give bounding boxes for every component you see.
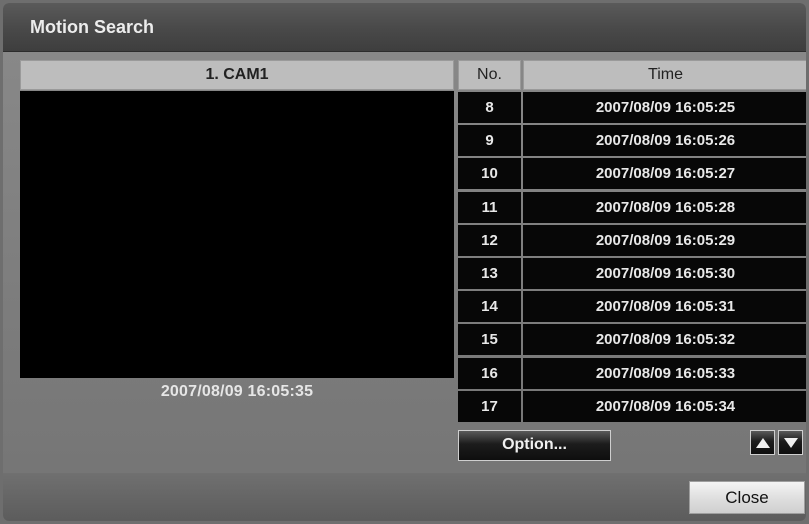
scroll-down-button[interactable] <box>778 430 803 455</box>
option-button[interactable]: Option... <box>458 430 611 461</box>
column-header-no: No. <box>458 60 521 90</box>
table-row[interactable]: 11 2007/08/09 16:05:28 <box>458 191 806 224</box>
row-time: 2007/08/09 16:05:30 <box>523 258 806 289</box>
table-row[interactable]: 16 2007/08/09 16:05:33 <box>458 357 806 390</box>
column-header-time: Time <box>523 60 806 90</box>
camera-label: 1. CAM1 <box>20 60 454 90</box>
row-time: 2007/08/09 16:05:28 <box>523 191 806 223</box>
row-time: 2007/08/09 16:05:25 <box>523 92 806 123</box>
table-row[interactable]: 14 2007/08/09 16:05:31 <box>458 291 806 323</box>
row-number: 15 <box>458 324 521 356</box>
motion-search-dialog: Motion Search 1. CAM1 2007/08/09 16:05:3… <box>3 3 806 521</box>
table-row[interactable]: 17 2007/08/09 16:05:34 <box>458 390 806 423</box>
row-time: 2007/08/09 16:05:26 <box>523 125 806 157</box>
row-number: 9 <box>458 125 521 157</box>
row-number: 14 <box>458 291 521 323</box>
row-time: 2007/08/09 16:05:32 <box>523 324 806 356</box>
arrow-down-icon <box>783 437 798 448</box>
table-row[interactable]: 12 2007/08/09 16:05:29 <box>458 224 806 257</box>
video-preview <box>20 91 454 378</box>
table-row[interactable]: 9 2007/08/09 16:05:26 <box>458 125 806 157</box>
bottom-bar <box>3 473 806 521</box>
close-button[interactable]: Close <box>689 481 805 514</box>
dialog-title: Motion Search <box>30 17 155 37</box>
title-bar: Motion Search <box>3 3 806 52</box>
row-time: 2007/08/09 16:05:31 <box>523 291 806 323</box>
scroll-up-button[interactable] <box>750 430 775 455</box>
table-row[interactable]: 8 2007/08/09 16:05:25 <box>458 92 806 124</box>
row-number: 10 <box>458 158 521 190</box>
row-number: 16 <box>458 357 521 389</box>
row-number: 13 <box>458 258 521 289</box>
row-time: 2007/08/09 16:05:34 <box>523 390 806 422</box>
row-time: 2007/08/09 16:05:29 <box>523 224 806 256</box>
video-timestamp: 2007/08/09 16:05:35 <box>160 383 314 400</box>
row-number: 12 <box>458 224 521 256</box>
row-number: 11 <box>458 191 521 223</box>
row-time: 2007/08/09 16:05:33 <box>523 357 806 389</box>
table-row[interactable]: 15 2007/08/09 16:05:32 <box>458 324 806 356</box>
table-row[interactable]: 10 2007/08/09 16:05:27 <box>458 158 806 190</box>
row-number: 17 <box>458 390 521 422</box>
arrow-up-icon <box>755 437 770 448</box>
row-time: 2007/08/09 16:05:27 <box>523 158 806 190</box>
row-number: 8 <box>458 92 521 123</box>
table-row[interactable]: 13 2007/08/09 16:05:30 <box>458 258 806 290</box>
